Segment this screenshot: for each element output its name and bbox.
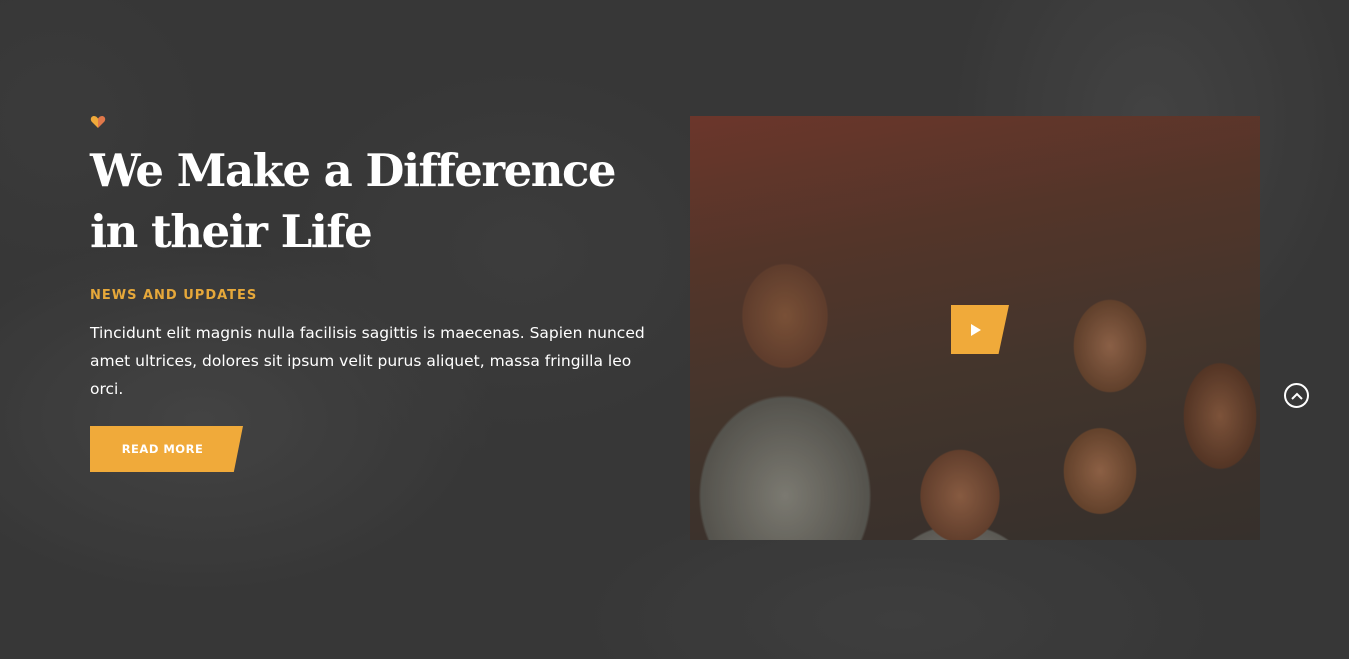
children-photo [690, 116, 1260, 540]
chevron-up-icon [1290, 392, 1303, 400]
hero-content: We Make a Difference in their Life NEWS … [90, 114, 670, 472]
scroll-to-top-button[interactable] [1284, 383, 1309, 408]
hero-description: Tincidunt elit magnis nulla facilisis sa… [90, 324, 645, 398]
play-video-button[interactable] [951, 305, 1009, 354]
read-more-button[interactable]: READ MORE [90, 426, 243, 472]
page-title: We Make a Difference in their Life [90, 144, 617, 258]
section-subtitle: NEWS AND UPDATES [90, 288, 258, 303]
play-icon [971, 323, 981, 336]
heart-icon [90, 115, 106, 128]
